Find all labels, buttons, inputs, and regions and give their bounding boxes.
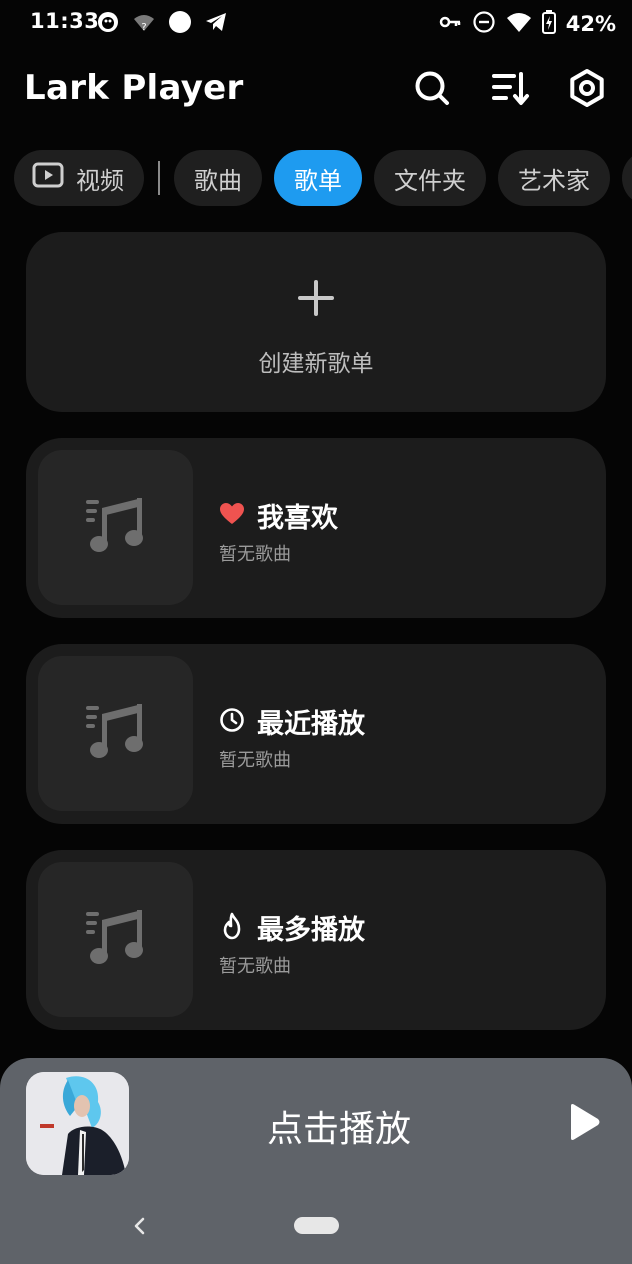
tab-artists[interactable]: 艺术家 (498, 150, 610, 206)
telegram-icon (204, 10, 228, 38)
tab-divider (158, 161, 160, 195)
status-left-icons: ? (96, 10, 228, 38)
playlist-title-row: 最近播放 (219, 702, 365, 741)
sort-icon (490, 68, 530, 112)
category-tabs: 视频 歌曲 歌单 文件夹 艺术家 (14, 149, 632, 207)
music-note-icon (84, 908, 148, 972)
playlist-title: 我喜欢 (257, 503, 338, 534)
playlist-title-row: 我喜欢 (219, 496, 338, 535)
penguin-app-icon (96, 10, 120, 38)
plus-icon (296, 278, 336, 318)
tab-folders[interactable]: 文件夹 (374, 150, 486, 206)
heart-icon (219, 502, 245, 530)
playlist-card-recent[interactable]: 最近播放 暂无歌曲 (26, 644, 606, 824)
playlist-subtitle: 暂无歌曲 (219, 956, 291, 977)
tab-overflow[interactable] (622, 150, 632, 206)
battery-charging-icon (541, 10, 556, 38)
do-not-disturb-icon (472, 10, 496, 38)
tab-songs[interactable]: 歌曲 (174, 150, 262, 206)
play-button[interactable] (560, 1100, 608, 1148)
app-title: Lark Player (24, 68, 244, 108)
sort-button[interactable] (488, 68, 532, 112)
video-play-icon (32, 162, 76, 194)
music-note-icon (84, 702, 148, 766)
status-bar: 11:33 ? 42% (0, 0, 632, 48)
circle-dot-icon (168, 10, 192, 38)
settings-icon (567, 68, 607, 112)
playlist-thumbnail (38, 450, 193, 605)
tab-video[interactable]: 视频 (14, 150, 144, 206)
tab-playlists[interactable]: 歌单 (274, 150, 362, 206)
status-right-icons: 42% (438, 10, 616, 38)
playlist-subtitle: 暂无歌曲 (219, 750, 291, 771)
playlist-title: 最多播放 (257, 915, 365, 946)
create-playlist-label: 创建新歌单 (258, 351, 374, 377)
mini-player-label: 点击播放 (266, 1109, 411, 1150)
create-playlist-button[interactable]: 创建新歌单 (26, 232, 606, 412)
status-time: 11:33 (30, 9, 100, 33)
app-header: Lark Player (0, 56, 632, 128)
clock-icon (219, 707, 245, 737)
battery-percent: 42% (565, 12, 616, 36)
search-icon (413, 69, 451, 111)
screen: 11:33 ? 42% Lark Player 视频 歌曲 歌单 文件夹 艺术家… (0, 0, 632, 1264)
settings-button[interactable] (565, 68, 609, 112)
music-note-icon (84, 496, 148, 560)
playlist-title-row: 最多播放 (219, 908, 365, 947)
search-button[interactable] (410, 68, 454, 112)
album-art[interactable] (26, 1072, 129, 1175)
playlist-thumbnail (38, 862, 193, 1017)
play-icon (566, 1102, 602, 1146)
mini-player[interactable]: 点击播放 (0, 1058, 632, 1264)
playlist-subtitle: 暂无歌曲 (219, 544, 291, 565)
playlist-thumbnail (38, 656, 193, 811)
flame-icon (219, 912, 245, 944)
wifi-unknown-icon: ? (132, 10, 156, 38)
nav-home-pill[interactable] (294, 1217, 339, 1234)
playlist-card-liked[interactable]: 我喜欢 暂无歌曲 (26, 438, 606, 618)
wifi-icon (506, 10, 532, 38)
playlist-title: 最近播放 (257, 709, 365, 740)
tab-label: 视频 (76, 166, 124, 195)
vpn-key-icon (438, 10, 462, 38)
nav-back-icon[interactable] (128, 1214, 152, 1238)
svg-text:?: ? (141, 22, 146, 33)
playlist-card-most-played[interactable]: 最多播放 暂无歌曲 (26, 850, 606, 1030)
